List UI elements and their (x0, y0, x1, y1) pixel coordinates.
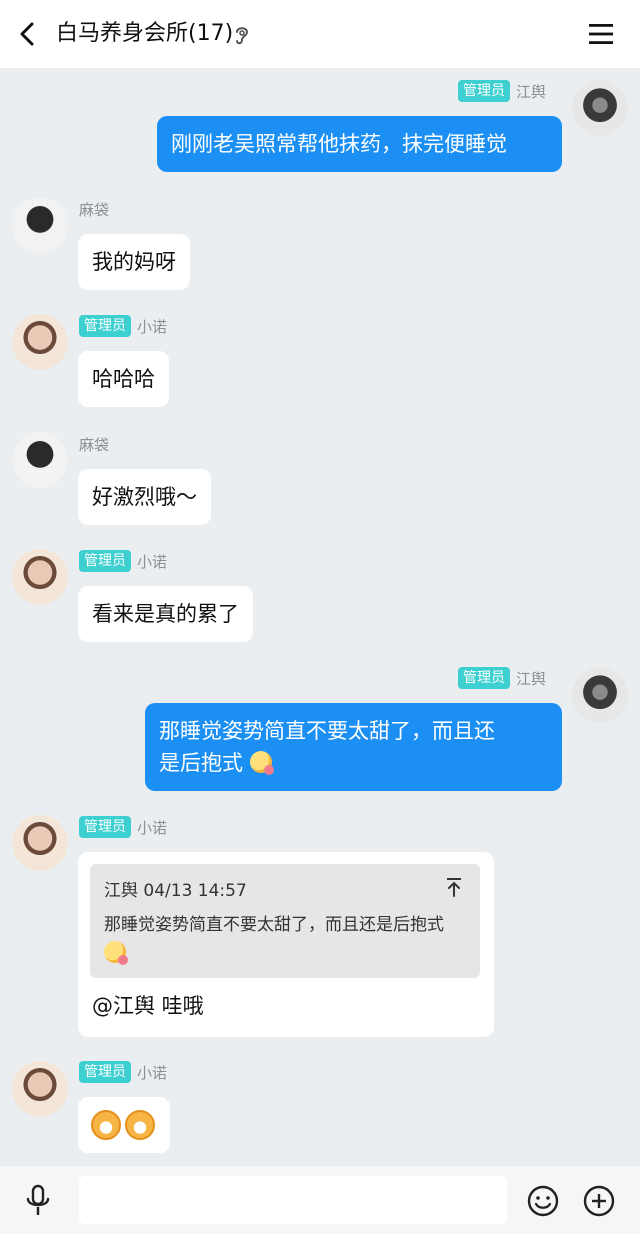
avatar[interactable] (12, 1061, 68, 1117)
menu-icon[interactable] (588, 22, 614, 46)
blushing-emoji-icon (104, 941, 128, 965)
reply-text: @江舆 哇哦 (92, 994, 204, 1018)
sender-meta: 管理员 江舆 (458, 80, 546, 102)
microphone-icon[interactable] (24, 1184, 52, 1218)
input-bar (0, 1166, 640, 1234)
chat-header: 白马养身会所(17) (0, 0, 640, 68)
quoted-text: 那睡觉姿势简直不要太甜了，而且还是后抱式 (104, 910, 468, 970)
ear-icon (236, 27, 249, 45)
message-list[interactable]: 管理员 江舆 刚刚老吴照常帮他抹药，抹完便睡觉 麻袋 我的妈呀 管理员 小诺 哈… (0, 68, 640, 1166)
sender-meta: 管理员 江舆 (458, 667, 546, 689)
reply-message-bubble[interactable]: 江舆 04/13 14:57 那睡觉姿势简直不要太甜了，而且还是后抱式 @江舆 … (78, 852, 494, 1037)
sender-name[interactable]: 小诺 (137, 817, 167, 838)
avatar[interactable] (12, 815, 68, 871)
sender-meta: 麻袋 (79, 198, 109, 220)
avatar[interactable] (572, 80, 628, 136)
message-bubble-outgoing[interactable]: 那睡觉姿势简直不要太甜了，而且还 是后抱式 (145, 703, 562, 791)
admin-badge: 管理员 (79, 816, 131, 838)
avatar[interactable] (12, 314, 68, 370)
message-bubble[interactable]: 好激烈哦～ (78, 469, 211, 525)
sender-meta: 麻袋 (79, 433, 109, 455)
tiger-emoji-icon (91, 1110, 121, 1140)
sender-name[interactable]: 麻袋 (79, 199, 109, 220)
message-line: 是后抱式 (159, 751, 243, 775)
blushing-emoji-icon (249, 751, 274, 775)
admin-badge: 管理员 (79, 315, 131, 337)
sender-name[interactable]: 麻袋 (79, 434, 109, 455)
sender-name[interactable]: 小诺 (137, 316, 167, 337)
admin-badge: 管理员 (458, 80, 510, 102)
sender-meta: 管理员 小诺 (79, 1061, 167, 1083)
message-bubble-outgoing[interactable]: 刚刚老吴照常帮他抹药，抹完便睡觉 (157, 116, 562, 172)
message-bubble[interactable]: 哈哈哈 (78, 351, 169, 407)
sender-name[interactable]: 江舆 (516, 81, 546, 102)
avatar[interactable] (12, 197, 68, 253)
message-bubble[interactable] (78, 1097, 170, 1153)
admin-badge: 管理员 (79, 1061, 131, 1083)
plus-circle-icon[interactable] (582, 1184, 616, 1218)
avatar[interactable] (572, 667, 628, 723)
admin-badge: 管理员 (79, 550, 131, 572)
sender-meta: 管理员 小诺 (79, 816, 167, 838)
avatar[interactable] (12, 432, 68, 488)
sender-meta: 管理员 小诺 (79, 315, 167, 337)
admin-badge: 管理员 (458, 667, 510, 689)
sender-name[interactable]: 小诺 (137, 551, 167, 572)
smiley-icon[interactable] (526, 1184, 560, 1218)
tiger-emoji-icon (125, 1110, 155, 1140)
quoted-message[interactable]: 江舆 04/13 14:57 那睡觉姿势简直不要太甜了，而且还是后抱式 (90, 864, 480, 978)
message-input[interactable] (79, 1176, 507, 1224)
sender-name[interactable]: 小诺 (137, 1062, 167, 1083)
message-line: 那睡觉姿势简直不要太甜了，而且还 (159, 719, 495, 743)
sender-name[interactable]: 江舆 (516, 668, 546, 689)
sender-meta: 管理员 小诺 (79, 550, 167, 572)
back-icon[interactable] (14, 18, 42, 50)
quoted-header: 江舆 04/13 14:57 (104, 881, 247, 901)
chat-title: 白马养身会所(17) (56, 21, 234, 46)
message-bubble[interactable]: 看来是真的累了 (78, 586, 253, 642)
message-bubble[interactable]: 我的妈呀 (78, 234, 190, 290)
avatar[interactable] (12, 549, 68, 605)
jump-to-original-icon[interactable] (444, 876, 464, 898)
